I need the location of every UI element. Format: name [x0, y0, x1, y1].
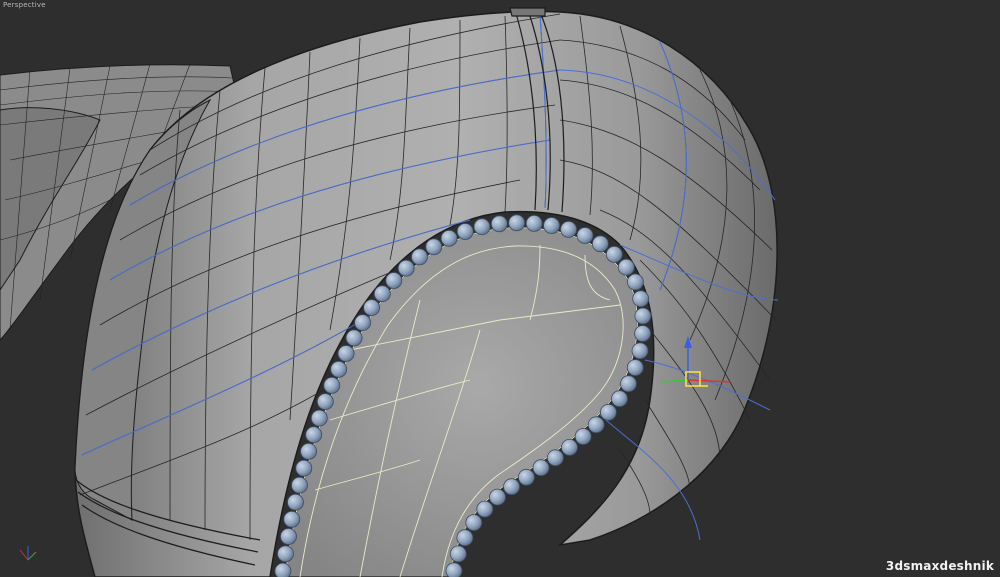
nailhead-button: [345, 329, 363, 347]
nailhead-button: [310, 409, 328, 427]
nailhead-button: [397, 259, 415, 277]
nailhead-button: [337, 345, 355, 362]
watermark-text: 3dsmaxdeshnik: [885, 559, 994, 573]
nailhead-button: [634, 325, 651, 342]
nailhead-button: [490, 215, 508, 233]
nailhead-button: [627, 273, 644, 291]
nailhead-button: [503, 478, 521, 496]
nailhead-button: [305, 426, 323, 444]
nailhead-button: [291, 476, 308, 494]
nailhead-button: [280, 528, 297, 545]
nailhead-button: [576, 227, 594, 244]
nailhead-button: [363, 299, 381, 317]
nailhead-button: [620, 375, 637, 393]
nailhead-button: [330, 360, 348, 378]
nailhead-button: [425, 238, 443, 256]
nailhead-button: [532, 459, 550, 477]
nailhead-button: [560, 220, 577, 238]
nailhead-button: [373, 285, 391, 303]
nailhead-button: [354, 314, 372, 332]
nailhead-button: [632, 290, 650, 308]
nailhead-button: [300, 442, 318, 460]
nailhead-button: [385, 272, 403, 289]
nailhead-button: [634, 307, 652, 325]
nailhead-button: [547, 449, 564, 467]
nailhead-button: [277, 545, 294, 563]
nailhead-button: [631, 342, 649, 360]
nailhead-button: [295, 459, 313, 477]
nailhead-button: [626, 359, 644, 377]
nailhead-button: [587, 416, 605, 434]
nailhead-button: [600, 403, 617, 421]
nailhead-button: [456, 529, 474, 547]
nailhead-button: [287, 493, 304, 511]
nailhead-button: [274, 562, 292, 577]
nailhead-button: [316, 393, 334, 411]
nailhead-button: [445, 562, 463, 577]
nailhead-button: [592, 235, 609, 253]
nailhead-button: [611, 390, 628, 408]
nailhead-button: [449, 545, 467, 563]
nailhead-button: [508, 214, 526, 232]
nailhead-button: [574, 428, 592, 445]
perspective-viewport[interactable]: Perspective 3dsmaxdeshnik: [0, 0, 1000, 577]
nailhead-button: [476, 500, 494, 518]
nailhead-button: [518, 468, 535, 486]
nailhead-button: [561, 438, 578, 456]
nailhead-button: [456, 223, 474, 240]
nailhead-button: [323, 376, 341, 394]
viewport-label[interactable]: Perspective: [3, 1, 46, 9]
nailhead-button: [525, 214, 543, 232]
nailhead-button: [283, 510, 301, 528]
nailhead-button: [440, 229, 458, 247]
sofa-arm-mesh[interactable]: [0, 0, 1000, 577]
nailhead-button: [543, 217, 560, 234]
nailhead-button: [411, 248, 428, 266]
nailhead-button: [465, 514, 483, 531]
world-axis-tripod-icon: [19, 546, 37, 561]
nailhead-button: [473, 218, 491, 236]
nailhead-button: [489, 488, 506, 506]
nailhead-button: [617, 258, 635, 276]
nailhead-button: [605, 245, 623, 263]
